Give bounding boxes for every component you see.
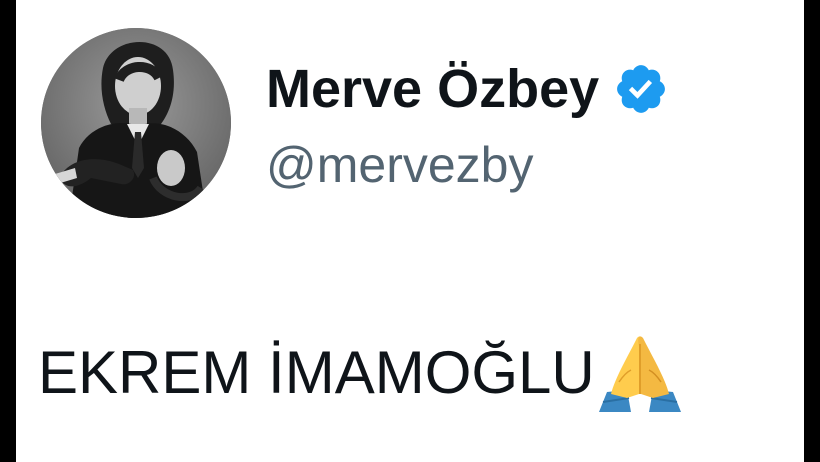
tweet-text: EKREM İMAMOĞLU <box>38 338 595 406</box>
avatar[interactable] <box>41 28 231 218</box>
folded-hands-icon <box>598 336 681 412</box>
verified-badge-icon <box>617 65 666 113</box>
avatar-photo <box>41 28 231 218</box>
tweet-body: EKREM İMAMOĞLU <box>38 332 683 412</box>
display-name[interactable]: Merve Özbey <box>266 58 599 120</box>
name-row: Merve Özbey <box>266 52 669 126</box>
tweet-card: Merve Özbey @mervezby EKREM İMAMOĞLU <box>16 0 804 462</box>
user-handle[interactable]: @mervezby <box>266 136 533 194</box>
